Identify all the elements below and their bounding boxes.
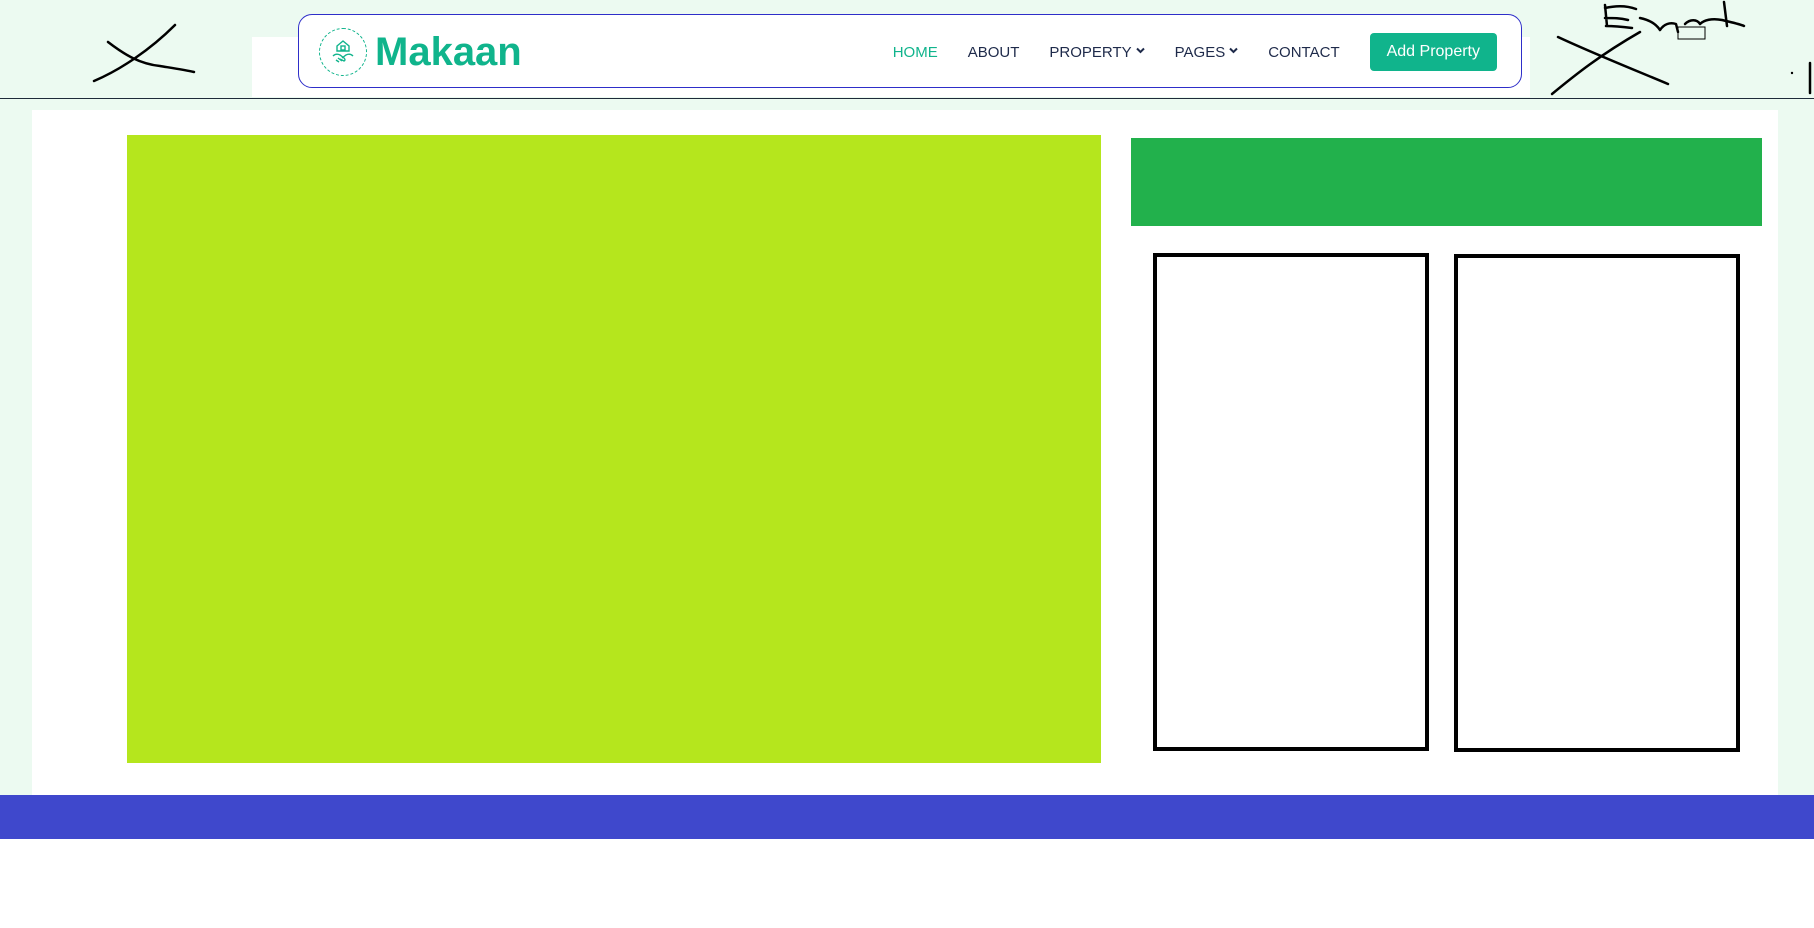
handshake-house-icon [319, 28, 367, 76]
chevron-down-icon [1135, 46, 1145, 57]
nav-pages-label: PAGES [1174, 43, 1226, 61]
hero-placeholder-block [127, 135, 1101, 763]
add-property-button[interactable]: Add Property [1369, 33, 1497, 71]
outlined-panel-left [1153, 253, 1429, 751]
brand-name: Makaan [375, 29, 522, 74]
nav-menu: HOME ABOUT PROPERTY PAGES CONTACT Add Pr… [863, 33, 1497, 71]
nav-property-label: PROPERTY [1049, 43, 1132, 61]
nav-contact-label: CONTACT [1268, 43, 1340, 61]
nav-home[interactable]: HOME [893, 44, 938, 61]
nav-pages-dropdown[interactable]: PAGES [1175, 44, 1239, 61]
nav-home-label: HOME [892, 43, 938, 61]
nav-property-dropdown[interactable]: PROPERTY [1049, 43, 1145, 61]
green-banner-placeholder [1131, 138, 1762, 226]
brand-link[interactable]: Makaan [319, 27, 522, 77]
navbar: Makaan HOME ABOUT PROPERTY PAGES CONTACT… [298, 14, 1522, 88]
nav-contact[interactable]: CONTACT [1268, 44, 1339, 61]
chevron-down-icon [1229, 46, 1238, 57]
page: Makaan HOME ABOUT PROPERTY PAGES CONTACT… [0, 0, 1814, 928]
outlined-panel-right [1454, 254, 1740, 752]
nav-about-label: ABOUT [967, 43, 1020, 61]
nav-about[interactable]: ABOUT [968, 44, 1020, 61]
footer-bar [0, 795, 1814, 839]
